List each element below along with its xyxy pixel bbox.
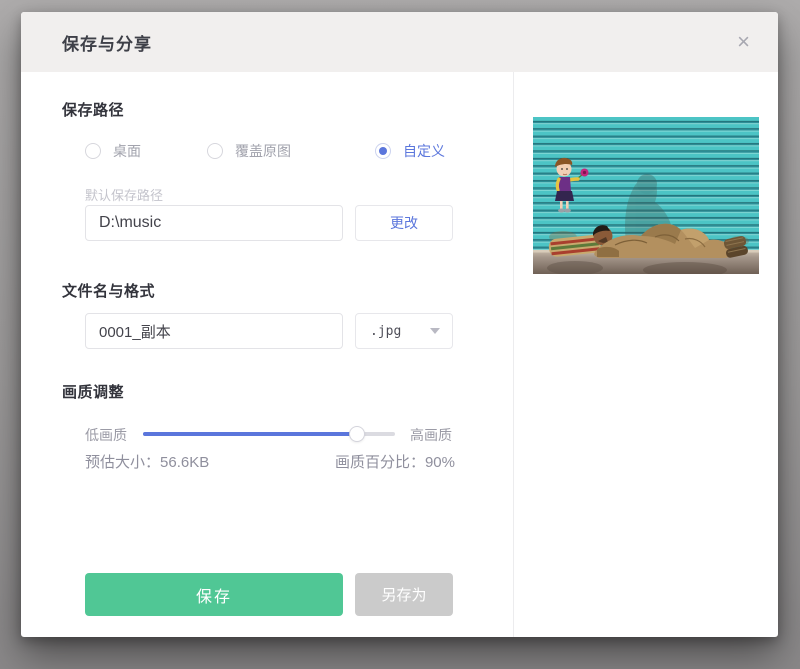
quality-slider[interactable] [143, 432, 395, 436]
estimated-size-label: 预估大小： [85, 454, 160, 471]
filename-input[interactable] [85, 313, 343, 349]
dialog-title: 保存与分享 [62, 30, 152, 55]
radio-icon [207, 143, 223, 159]
radio-option-desktop[interactable]: 桌面 [85, 141, 141, 161]
filename-section-title: 文件名与格式 [62, 280, 155, 301]
radio-icon [375, 143, 391, 159]
quality-low-label: 低画质 [85, 425, 127, 445]
radio-label: 自定义 [403, 141, 445, 161]
estimated-size-value: 56.6KB [160, 454, 209, 471]
quality-high-label: 高画质 [410, 425, 452, 445]
radio-option-overwrite-original[interactable]: 覆盖原图 [207, 141, 291, 161]
quality-percent-label: 画质百分比： [335, 454, 425, 471]
save-button[interactable]: 保存 [85, 573, 343, 616]
dialog-header: 保存与分享 × [21, 12, 778, 72]
default-path-label: 默认保存路径 [85, 185, 163, 204]
change-path-button[interactable]: 更改 [355, 205, 453, 241]
radio-icon [85, 143, 101, 159]
quality-slider-thumb[interactable] [349, 426, 365, 442]
radio-label: 桌面 [113, 141, 141, 161]
format-value: .jpg [370, 324, 401, 339]
radio-label: 覆盖原图 [235, 141, 291, 161]
radio-option-custom[interactable]: 自定义 [375, 141, 445, 161]
chevron-down-icon [430, 328, 440, 334]
save-path-input[interactable] [85, 205, 343, 241]
save-share-dialog: 保存与分享 × 保存路径 桌面 覆盖原图 自定义 默认保存路径 更改 文件名与格… [21, 12, 778, 637]
save-as-button[interactable]: 另存为 [355, 573, 453, 616]
quality-section-title: 画质调整 [62, 381, 124, 402]
quality-slider-fill [143, 432, 357, 436]
close-icon[interactable]: × [737, 31, 750, 53]
quality-percent-text: 画质百分比：90% [265, 451, 455, 472]
dialog-body: 保存路径 桌面 覆盖原图 自定义 默认保存路径 更改 文件名与格式 .jpg 画… [21, 72, 778, 637]
save-path-section-title: 保存路径 [62, 99, 124, 120]
estimated-size-text: 预估大小：56.6KB [85, 451, 209, 472]
vertical-divider [513, 72, 514, 637]
preview-photo [533, 117, 759, 274]
image-preview [533, 117, 759, 274]
quality-percent-value: 90% [425, 454, 455, 471]
format-dropdown[interactable]: .jpg [355, 313, 453, 349]
